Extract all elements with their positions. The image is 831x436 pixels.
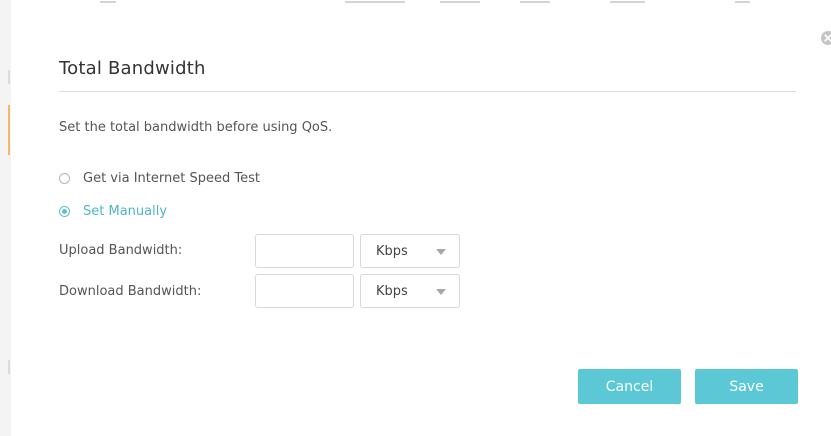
background-fragment [8, 70, 10, 84]
download-unit-value: Kbps [376, 284, 408, 299]
cancel-button[interactable]: Cancel [578, 369, 681, 404]
save-button[interactable]: Save [695, 369, 798, 404]
radio-unchecked-icon[interactable] [59, 173, 70, 184]
upload-unit-select[interactable]: Kbps [360, 234, 460, 268]
dialog-title: Total Bandwidth [59, 58, 206, 79]
radio-speed-test[interactable]: Get via Internet Speed Test [59, 171, 260, 186]
upload-unit-value: Kbps [376, 244, 408, 259]
background-fragment [100, 1, 116, 3]
total-bandwidth-dialog: Total Bandwidth Set the total bandwidth … [11, 6, 831, 436]
background-left-edge [0, 0, 11, 436]
download-bandwidth-label: Download Bandwidth: [59, 284, 202, 299]
background-fragment [8, 105, 10, 155]
download-unit-select[interactable]: Kbps [360, 274, 460, 308]
radio-set-manually-label: Set Manually [83, 204, 168, 219]
upload-bandwidth-label: Upload Bandwidth: [59, 243, 183, 258]
radio-set-manually[interactable]: Set Manually [59, 204, 167, 219]
title-divider [59, 91, 796, 92]
background-fragment [735, 1, 750, 3]
background-fragment [345, 1, 405, 3]
dropdown-arrow-icon [436, 249, 446, 255]
download-bandwidth-input[interactable] [255, 274, 354, 308]
background-fragment [610, 1, 645, 3]
background-fragment [520, 1, 550, 3]
radio-checked-icon[interactable] [59, 206, 70, 217]
close-icon[interactable] [820, 30, 831, 46]
background-fragment [8, 360, 10, 374]
radio-speed-test-label: Get via Internet Speed Test [83, 171, 260, 186]
dropdown-arrow-icon [436, 289, 446, 295]
upload-bandwidth-input[interactable] [255, 234, 354, 268]
background-fragment [440, 1, 480, 3]
dialog-description: Set the total bandwidth before using QoS… [59, 120, 333, 135]
